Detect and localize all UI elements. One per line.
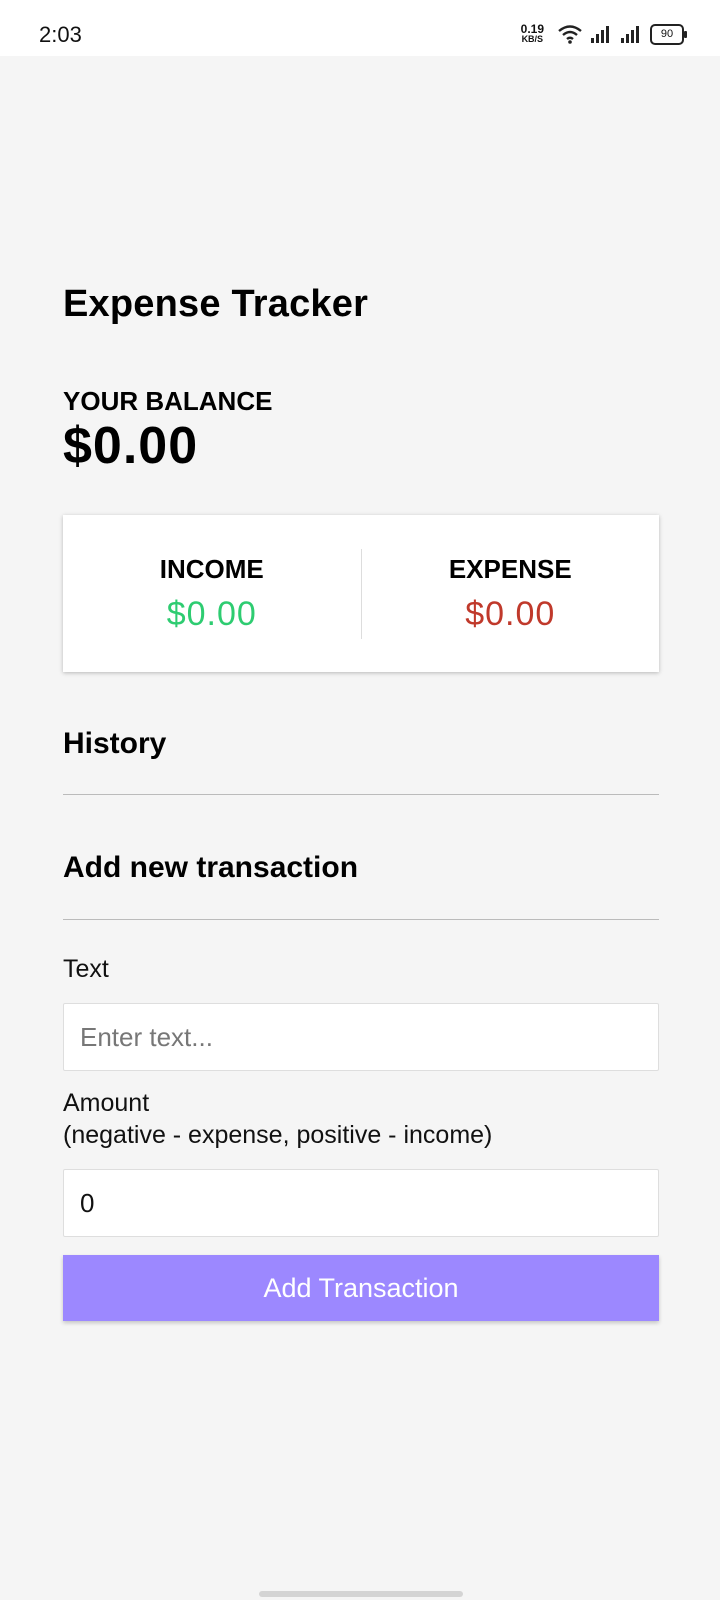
amount-label-title: Amount — [63, 1089, 150, 1117]
expense-column: EXPENSE $0.00 — [362, 554, 660, 634]
history-divider — [63, 794, 659, 795]
battery-icon: 90 — [650, 23, 687, 45]
expense-amount: $0.00 — [465, 594, 556, 633]
network-speed-value: 0.19 — [520, 22, 544, 36]
add-transaction-divider — [63, 919, 659, 920]
income-expense-card: INCOME $0.00 EXPENSE $0.00 — [63, 515, 659, 672]
income-amount: $0.00 — [166, 594, 257, 633]
text-field-label: Text — [63, 955, 109, 983]
expense-label: EXPENSE — [448, 553, 572, 584]
add-transaction-button[interactable]: Add Transaction — [63, 1255, 659, 1321]
network-speed: 0.19 KB/S — [520, 22, 544, 44]
balance-label: YOUR BALANCE — [63, 386, 273, 416]
text-input[interactable] — [63, 1003, 659, 1071]
add-transaction-heading: Add new transaction — [63, 851, 359, 884]
home-indicator[interactable] — [259, 1591, 463, 1597]
status-time: 2:03 — [39, 22, 82, 47]
history-heading: History — [63, 727, 167, 760]
amount-label-hint: (negative - expense, positive - income) — [63, 1121, 493, 1149]
status-icons: 0.19 KB/S 90 — [520, 20, 687, 48]
status-bar: 2:03 0.19 KB/S 90 — [0, 0, 720, 56]
amount-input[interactable] — [63, 1169, 659, 1237]
signal-icon — [591, 26, 609, 43]
battery-level: 90 — [660, 28, 674, 40]
amount-field-label: Amount (negative - expense, positive - i… — [63, 1087, 492, 1151]
signal-icon — [621, 26, 639, 43]
income-column: INCOME $0.00 — [63, 554, 361, 634]
page-title: Expense Tracker — [63, 283, 369, 325]
balance-amount: $0.00 — [63, 417, 199, 475]
wifi-icon — [558, 25, 582, 44]
income-label: INCOME — [159, 553, 264, 584]
network-speed-unit: KB/S — [521, 34, 544, 44]
